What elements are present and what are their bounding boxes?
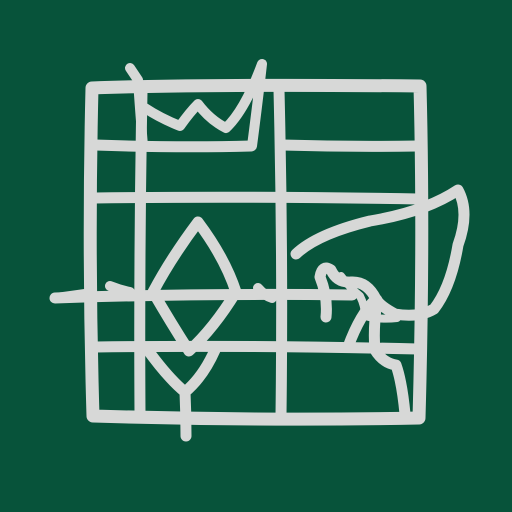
app-icon-canvas [0,0,512,512]
vertical-divider-middle [273,84,288,421]
crossing-bar [49,288,358,304]
horizontal-divider-upper [89,191,424,205]
logo-mark [0,0,512,512]
